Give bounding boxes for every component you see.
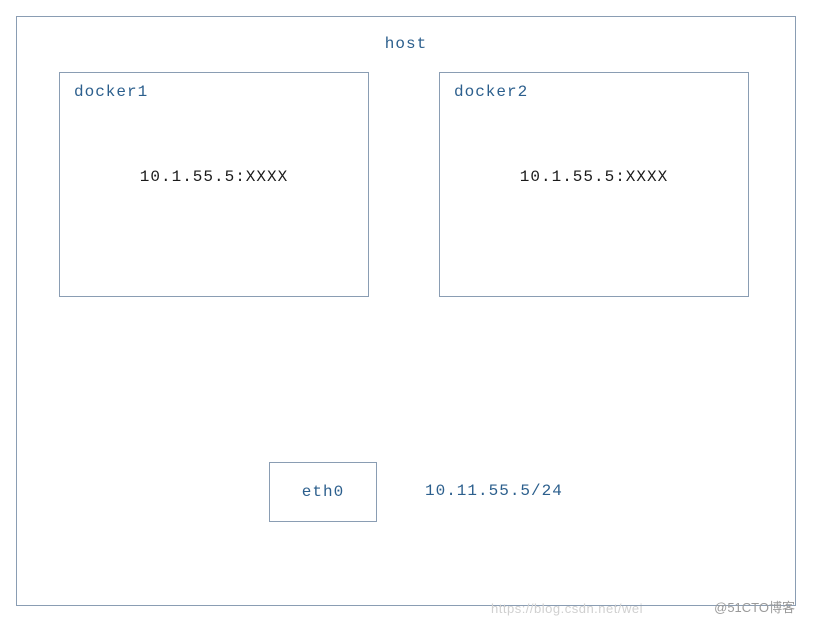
docker2-ip: 10.1.55.5:XXXX <box>520 168 668 186</box>
docker1-label: docker1 <box>74 83 148 101</box>
eth0-ip: 10.11.55.5/24 <box>425 482 563 500</box>
eth0-box: eth0 <box>269 462 377 522</box>
docker1-box: docker1 10.1.55.5:XXXX <box>59 72 369 297</box>
docker1-ip: 10.1.55.5:XXXX <box>140 168 288 186</box>
eth0-label: eth0 <box>302 483 344 501</box>
docker2-box: docker2 10.1.55.5:XXXX <box>439 72 749 297</box>
docker2-label: docker2 <box>454 83 528 101</box>
watermark-attribution: @51CTO博客 <box>714 597 795 616</box>
watermark-url: https://blog.csdn.net/wei <box>491 601 643 616</box>
host-container: host docker1 10.1.55.5:XXXX docker2 10.1… <box>16 16 796 606</box>
host-label: host <box>385 35 427 53</box>
